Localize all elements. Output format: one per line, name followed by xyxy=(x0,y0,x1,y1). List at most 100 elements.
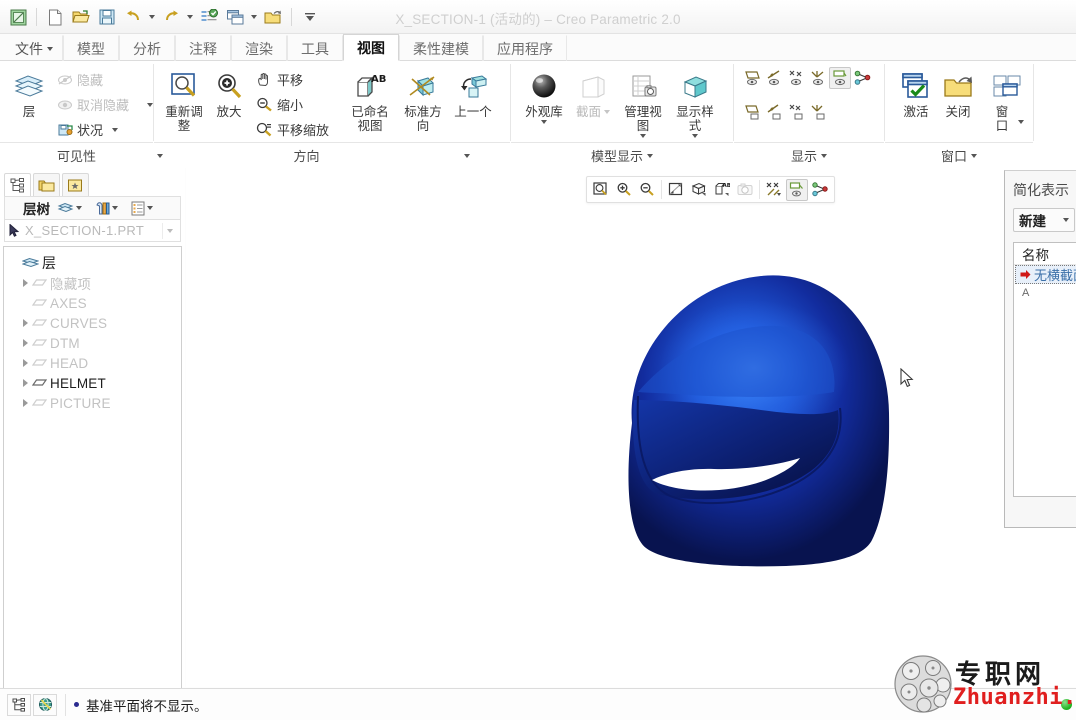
layer-tree[interactable]: 层 隐藏项 AXES CURVES DTM HEAD HELMET PICTUR… xyxy=(3,246,182,720)
zoom-in-button[interactable]: 放大 xyxy=(208,65,250,120)
layer-settings-dropdown-icon[interactable] xyxy=(76,206,82,210)
csys-tag-display-icon[interactable] xyxy=(807,101,829,123)
tab-render[interactable]: 渲染 xyxy=(231,35,287,61)
tree-row-label: CURVES xyxy=(50,315,108,331)
csys-display-icon[interactable] xyxy=(807,67,829,89)
graphics-viewport[interactable]: AB xyxy=(186,168,1076,687)
new-rep-dropdown-icon[interactable] xyxy=(1063,218,1069,222)
section-dropdown-icon[interactable] xyxy=(604,110,610,114)
activate-button[interactable]: 激活 xyxy=(895,65,937,120)
standard-orientation-button[interactable]: 标准方向 xyxy=(397,65,449,134)
spin-center-icon[interactable] xyxy=(809,179,831,201)
axis-tag-display-icon[interactable] xyxy=(763,101,785,123)
tree-expander-icon[interactable] xyxy=(19,279,32,287)
display-style-button[interactable]: 显示样式 xyxy=(669,65,721,139)
pan-button[interactable]: 平移 xyxy=(252,67,333,92)
tree-row-curves[interactable]: CURVES xyxy=(4,313,181,333)
globe-toggle-icon[interactable] xyxy=(33,693,57,716)
status-dropdown-icon[interactable] xyxy=(112,127,119,132)
new-rep-button[interactable]: 新建 xyxy=(1013,208,1075,232)
axis-display-icon[interactable] xyxy=(763,67,785,89)
tab-analysis[interactable]: 分析 xyxy=(119,35,175,61)
rep-list[interactable]: 名称 无横截面 A xyxy=(1013,242,1076,497)
point-tag-display-icon[interactable] xyxy=(785,101,807,123)
ribbon-group-window-label: 窗口 xyxy=(940,149,967,164)
orientation-dialog-launcher-icon[interactable] xyxy=(157,153,163,158)
annotation-display-icon[interactable] xyxy=(786,178,808,201)
spin-center-icon[interactable] xyxy=(851,67,873,89)
windows-dropdown-icon[interactable] xyxy=(1018,119,1024,124)
tools-dropdown-icon[interactable] xyxy=(112,206,118,210)
manage-views-button[interactable]: 管理视图 xyxy=(617,65,669,139)
layers-button[interactable]: 层 xyxy=(9,65,49,120)
hide-button[interactable]: 隐藏 xyxy=(53,67,157,92)
appearance-gallery-dropdown-icon[interactable] xyxy=(541,120,547,124)
status-bar-toggles xyxy=(0,693,57,716)
previous-view-button[interactable]: 上一个 xyxy=(449,65,497,120)
folder-browser-tab[interactable] xyxy=(33,173,60,196)
simplified-representation-dialog[interactable]: 简化表示 新建 名称 无横截面 A xyxy=(1004,170,1076,528)
layer-icon xyxy=(32,378,47,386)
windows-button[interactable]: 窗口 xyxy=(985,65,1029,134)
model-tree-tab[interactable] xyxy=(4,173,31,196)
display-group-dropdown-icon[interactable] xyxy=(821,153,827,158)
model-tree-toggle-icon[interactable] xyxy=(7,693,31,716)
appearance-gallery-button-label: 外观库 xyxy=(525,105,563,119)
tab-tools[interactable]: 工具 xyxy=(287,35,343,61)
display-style-dropdown-icon[interactable] xyxy=(692,134,698,138)
tree-expander-icon[interactable] xyxy=(19,319,32,327)
plane-display-icon[interactable] xyxy=(741,67,763,89)
tree-row-hidden-items[interactable]: 隐藏项 xyxy=(4,273,181,293)
orientation-group-dropdown-icon[interactable] xyxy=(464,153,470,158)
favorites-tab[interactable] xyxy=(62,173,89,196)
tree-row-picture[interactable]: PICTURE xyxy=(4,393,181,413)
tab-annotate[interactable]: 注释 xyxy=(175,35,231,61)
manage-views-dropdown-icon[interactable] xyxy=(640,134,646,138)
unhide-dropdown-icon[interactable] xyxy=(147,102,154,107)
layer-settings-button[interactable] xyxy=(54,199,85,217)
tab-file[interactable]: 文件 xyxy=(2,35,63,61)
zoom-out-button[interactable]: 缩小 xyxy=(252,92,333,117)
part-selector-dropdown-icon[interactable] xyxy=(162,222,176,239)
plane-tag-display-icon[interactable] xyxy=(741,101,763,123)
part-selector[interactable]: X_SECTION-1.PRT xyxy=(4,220,181,242)
pan-zoom-button[interactable]: 平移缩放 xyxy=(252,117,333,142)
point-display-icon[interactable] xyxy=(785,67,807,89)
helmet-3d-model[interactable] xyxy=(586,248,926,578)
zoom-in-icon[interactable] xyxy=(613,179,635,201)
tab-model[interactable]: 模型 xyxy=(63,35,119,61)
repaint-icon[interactable] xyxy=(665,179,687,201)
datum-display-icon[interactable] xyxy=(763,179,785,201)
tree-row-dtm[interactable]: DTM xyxy=(4,333,181,353)
tree-row-helmet[interactable]: HELMET xyxy=(4,373,181,393)
model-display-group-dropdown-icon[interactable] xyxy=(647,153,653,158)
named-view-icon[interactable]: AB xyxy=(711,179,733,201)
tree-expander-icon[interactable] xyxy=(19,379,32,387)
layer-icon xyxy=(32,298,47,306)
tree-expander-icon[interactable] xyxy=(19,339,32,347)
tree-filters-dropdown-icon[interactable] xyxy=(147,206,153,210)
refit-button[interactable]: 重新调整 xyxy=(160,65,208,134)
tree-expander-icon[interactable] xyxy=(19,359,32,367)
appearance-gallery-button[interactable]: 外观库 xyxy=(519,65,569,125)
named-view-button[interactable]: AB 已命名视图 xyxy=(343,65,397,134)
annotation-display-icon[interactable] xyxy=(829,67,851,89)
unhide-button[interactable]: 取消隐藏 xyxy=(53,92,157,117)
display-style-icon[interactable] xyxy=(688,179,710,201)
tree-row-root[interactable]: 层 xyxy=(4,253,181,273)
window-group-dropdown-icon[interactable] xyxy=(971,153,977,158)
tree-row-head[interactable]: HEAD xyxy=(4,353,181,373)
close-window-button[interactable]: 关闭 xyxy=(937,65,979,120)
tab-flexible-modeling[interactable]: 柔性建模 xyxy=(399,35,483,61)
tree-expander-icon[interactable] xyxy=(19,399,32,407)
zoom-out-icon[interactable] xyxy=(636,179,658,201)
tab-view[interactable]: 视图 xyxy=(343,34,399,61)
refit-icon[interactable] xyxy=(590,179,612,201)
tree-row-axes[interactable]: AXES xyxy=(4,293,181,313)
rep-list-item[interactable]: 无横截面 xyxy=(1015,265,1076,284)
tab-applications[interactable]: 应用程序 xyxy=(483,35,567,61)
tree-filters-button[interactable] xyxy=(128,199,156,218)
status-button[interactable]: 状况 xyxy=(53,117,157,142)
section-button[interactable]: 截面 xyxy=(569,65,617,120)
tools-button[interactable] xyxy=(92,199,121,218)
